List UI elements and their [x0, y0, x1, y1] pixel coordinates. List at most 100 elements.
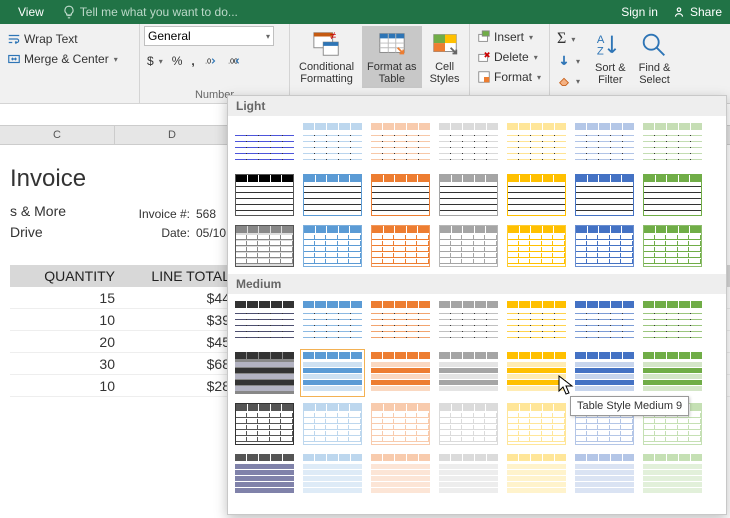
- table-style-swatch[interactable]: [232, 120, 297, 168]
- table-style-swatch[interactable]: [436, 120, 501, 168]
- sort-filter-icon: AZ: [595, 30, 625, 60]
- ribbon: Wrap Text Merge & Center ▾ General ▾ $▾ …: [0, 24, 730, 104]
- table-style-swatch[interactable]: [640, 349, 705, 397]
- table-style-swatch[interactable]: [436, 171, 501, 219]
- table-style-swatch[interactable]: [368, 298, 433, 346]
- titlebar: View Tell me what you want to do... Sign…: [0, 0, 730, 24]
- table-style-swatch[interactable]: [232, 222, 297, 270]
- conditional-formatting-icon: ≠: [312, 29, 342, 59]
- invoice-date-label: Date:: [110, 224, 190, 243]
- table-style-swatch[interactable]: [368, 451, 433, 499]
- insert-icon: [477, 30, 491, 44]
- table-style-swatch[interactable]: [232, 400, 297, 448]
- svg-text:.0: .0: [205, 58, 211, 65]
- table-style-swatch[interactable]: [232, 171, 297, 219]
- table-style-swatch[interactable]: [640, 451, 705, 499]
- table-style-swatch[interactable]: [504, 171, 569, 219]
- format-as-table-button[interactable]: Format as Table: [362, 26, 422, 88]
- autosum-button[interactable]: Σ▾: [554, 28, 583, 50]
- wrap-text-button[interactable]: Wrap Text: [4, 30, 135, 48]
- cell-qty: 10: [10, 378, 125, 394]
- table-style-swatch[interactable]: [640, 298, 705, 346]
- table-style-swatch[interactable]: [572, 451, 637, 499]
- group-styles: ≠ Conditional Formatting Format as Table…: [290, 24, 470, 103]
- decrease-decimal-button[interactable]: .00: [224, 52, 244, 70]
- table-style-swatch[interactable]: [504, 400, 569, 448]
- sort-filter-button[interactable]: AZ Sort & Filter: [590, 27, 631, 89]
- group-number: General ▾ $▾ % , .0 .00 Number: [140, 24, 290, 103]
- clear-button[interactable]: ▾: [554, 72, 583, 90]
- table-style-swatch[interactable]: [504, 349, 569, 397]
- table-style-swatch[interactable]: [640, 120, 705, 168]
- table-style-swatch[interactable]: [436, 349, 501, 397]
- table-style-swatch[interactable]: [504, 298, 569, 346]
- table-style-swatch[interactable]: [232, 451, 297, 499]
- table-style-swatch[interactable]: [572, 171, 637, 219]
- conditional-formatting-button[interactable]: ≠ Conditional Formatting: [294, 26, 359, 88]
- table-style-swatch[interactable]: [504, 222, 569, 270]
- dropdown-icon: ▾: [114, 55, 118, 64]
- cell-line-total: $68: [125, 356, 240, 372]
- tell-me-search[interactable]: Tell me what you want to do...: [54, 5, 621, 19]
- table-style-swatch[interactable]: [300, 222, 365, 270]
- table-style-swatch[interactable]: [436, 451, 501, 499]
- cell-line-total: $45: [125, 334, 240, 350]
- table-style-swatch[interactable]: [640, 171, 705, 219]
- table-style-swatch[interactable]: [300, 400, 365, 448]
- table-style-swatch[interactable]: [300, 349, 365, 397]
- table-style-swatch[interactable]: [300, 298, 365, 346]
- col-header-c[interactable]: C: [0, 126, 115, 144]
- table-style-swatch[interactable]: [368, 349, 433, 397]
- table-style-swatch[interactable]: [232, 349, 297, 397]
- find-icon: [639, 30, 669, 60]
- increase-decimal-button[interactable]: .0: [201, 52, 221, 70]
- wrap-text-icon: [7, 32, 21, 46]
- table-style-swatch[interactable]: [504, 451, 569, 499]
- table-style-swatch[interactable]: [300, 120, 365, 168]
- fill-button[interactable]: ▾: [554, 52, 583, 70]
- svg-text:Z: Z: [597, 45, 604, 57]
- cell-line-total: $28: [125, 378, 240, 394]
- table-style-swatch[interactable]: [436, 400, 501, 448]
- signin-link[interactable]: Sign in: [621, 5, 658, 19]
- tell-me-placeholder: Tell me what you want to do...: [80, 5, 238, 19]
- group-cells: Insert▾ Delete▾ Format▾: [470, 24, 550, 103]
- table-style-swatch[interactable]: [368, 400, 433, 448]
- table-style-swatch[interactable]: [300, 451, 365, 499]
- table-style-swatch[interactable]: [368, 222, 433, 270]
- table-style-swatch[interactable]: [436, 298, 501, 346]
- format-icon: [477, 70, 491, 84]
- number-format-select[interactable]: General ▾: [144, 26, 274, 46]
- svg-text:A: A: [597, 34, 605, 46]
- tab-view[interactable]: View: [8, 1, 54, 23]
- gallery-section-medium: Medium: [228, 274, 726, 294]
- gallery-section-light: Light: [228, 96, 726, 116]
- share-button[interactable]: Share: [672, 5, 722, 19]
- currency-button[interactable]: $▾: [144, 52, 166, 70]
- col-header-d[interactable]: D: [115, 126, 230, 144]
- invoice-num-label: Invoice #:: [110, 205, 190, 224]
- table-style-swatch[interactable]: [436, 222, 501, 270]
- percent-button[interactable]: %: [169, 52, 186, 70]
- merge-center-button[interactable]: Merge & Center ▾: [4, 50, 135, 68]
- table-style-swatch[interactable]: [572, 349, 637, 397]
- table-style-gallery: Light Medium: [227, 95, 727, 515]
- format-button[interactable]: Format▾: [474, 68, 545, 86]
- table-style-swatch[interactable]: [368, 120, 433, 168]
- table-style-swatch[interactable]: [572, 120, 637, 168]
- insert-button[interactable]: Insert▾: [474, 28, 545, 46]
- merge-icon: [7, 52, 21, 66]
- table-style-swatch[interactable]: [572, 298, 637, 346]
- comma-button[interactable]: ,: [188, 52, 197, 70]
- cell-styles-button[interactable]: Cell Styles: [425, 26, 465, 88]
- table-style-swatch[interactable]: [572, 222, 637, 270]
- table-style-swatch[interactable]: [640, 222, 705, 270]
- table-style-swatch[interactable]: [504, 120, 569, 168]
- invoice-num: 568: [196, 207, 216, 221]
- table-style-swatch[interactable]: [368, 171, 433, 219]
- delete-button[interactable]: Delete▾: [474, 48, 545, 66]
- table-style-swatch[interactable]: [232, 298, 297, 346]
- table-style-swatch[interactable]: [300, 171, 365, 219]
- find-select-button[interactable]: Find & Select: [634, 27, 676, 89]
- fill-icon: [557, 54, 571, 68]
